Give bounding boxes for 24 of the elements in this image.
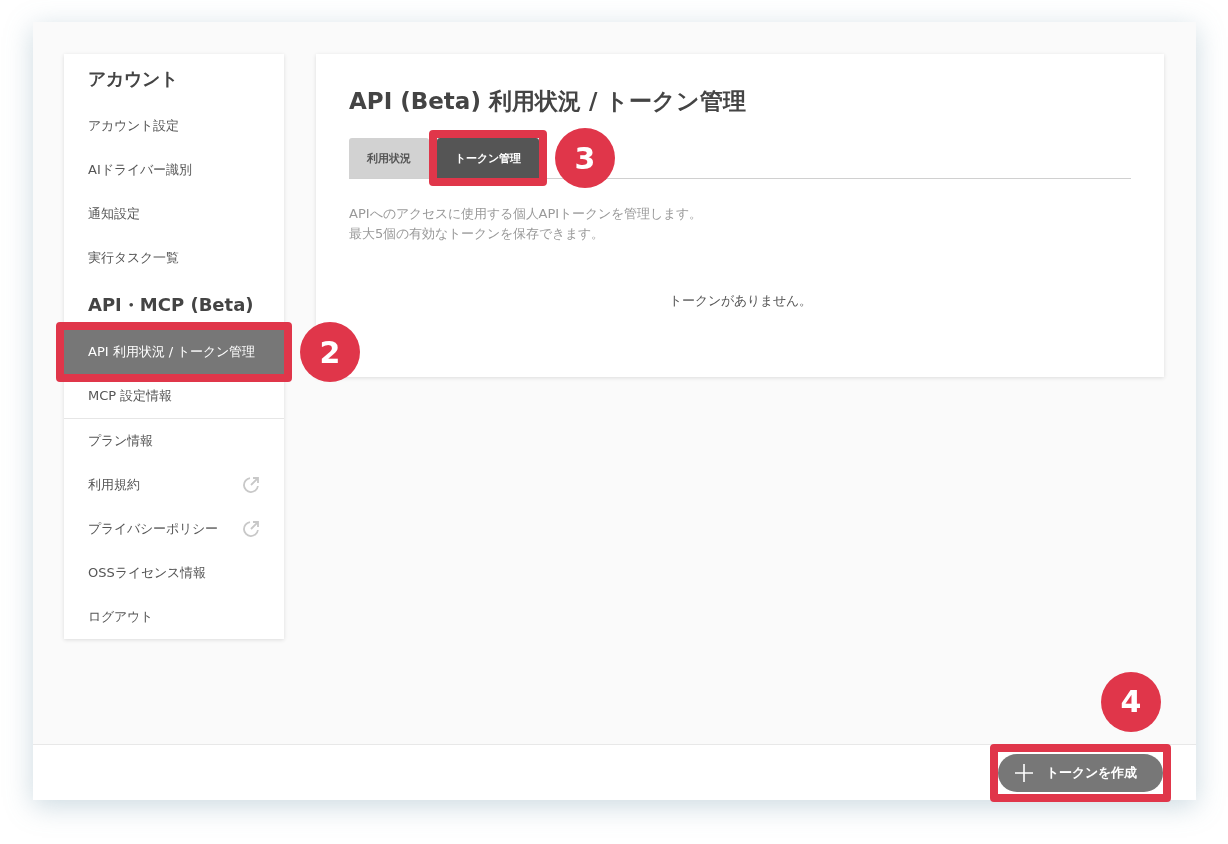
description-text: APIへのアクセスに使用する個人APIトークンを管理します。 <box>349 205 704 223</box>
sidebar-item[interactable]: MCP 設定情報 <box>64 374 284 418</box>
sidebar-item[interactable]: プライバシーポリシー <box>64 507 284 551</box>
sidebar-item[interactable]: AIドライバー識別 <box>64 148 284 192</box>
plus-icon <box>1014 762 1034 783</box>
sidebar-item[interactable]: 通知設定 <box>64 192 284 236</box>
sidebar-item[interactable]: アカウント設定 <box>64 104 284 148</box>
sidebar-item[interactable]: 利用規約 <box>64 463 284 507</box>
section-heading: API・MCP (Beta) <box>87 293 255 317</box>
create-token-button[interactable]: トークンを作成 <box>998 753 1163 792</box>
description-text: 最大5個の有効なトークンを保存できます。 <box>349 225 606 243</box>
section-heading: アカウント <box>87 67 179 91</box>
empty-message: トークンがありません。 <box>667 292 813 310</box>
callout-badge: 3 <box>555 128 615 188</box>
sidebar-item[interactable]: プラン情報 <box>64 419 284 463</box>
tab[interactable]: トークン管理 <box>437 138 539 178</box>
callout-badge: 2 <box>300 322 360 382</box>
sidebar-item[interactable]: 実行タスク一覧 <box>64 236 284 280</box>
tab[interactable]: 利用状況 <box>349 138 429 178</box>
sidebar-item[interactable]: ログアウト <box>64 595 284 639</box>
callout-badge: 4 <box>1101 671 1161 732</box>
sidebar-item[interactable]: API 利用状況 / トークン管理 <box>64 330 284 374</box>
page-title: API (Beta) 利用状況 / トークン管理 <box>349 87 748 116</box>
sidebar-item[interactable]: OSSライセンス情報 <box>64 551 284 595</box>
